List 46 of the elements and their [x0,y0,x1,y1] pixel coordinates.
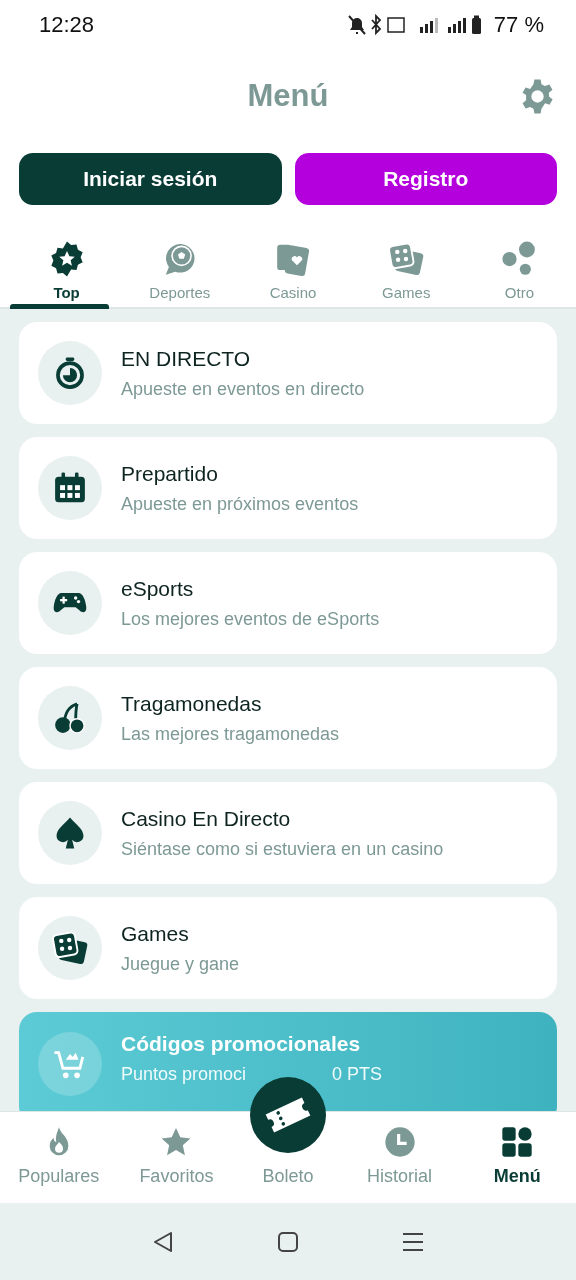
promo-subtitle: Puntos promoci [121,1064,247,1085]
menu-card[interactable]: Prepartido Apueste en próximos eventos [19,437,557,539]
menu-card[interactable]: Tragamonedas Las mejores tragamonedas [19,667,557,769]
register-button[interactable]: Registro [294,153,557,205]
menu-item-title: Prepartido [121,461,219,486]
battery-percent: 77 % [493,12,544,38]
menu-item-subtitle: Siéntase como si estuviera en un casino [121,838,444,860]
menu-card[interactable]: Casino En Directo Siéntase como si estuviera en un casino [19,782,557,884]
nav-tab[interactable]: Historial [340,1112,459,1203]
status-time: 12:28 [39,12,95,38]
menu-item-title: Tragamonedas [121,691,263,716]
calendar-icon [53,471,87,505]
grid-icon [501,1126,534,1158]
menu-card[interactable]: EN DIRECTO Apueste en eventos en directo [19,322,557,424]
menu-item-subtitle: Las mejores tragamonedas [121,723,340,745]
nav-tab[interactable]: Boleto [258,1158,318,1187]
back-icon[interactable] [151,1229,174,1254]
home-icon[interactable] [277,1230,299,1253]
dice-icon [51,929,89,967]
login-button[interactable]: Iniciar sesión [19,153,282,205]
nav-tab[interactable]: Populares [0,1112,118,1203]
menu-icon[interactable] [402,1231,425,1252]
cherries-icon [53,701,87,735]
nav-tab[interactable]: Favoritos [117,1112,236,1203]
category-tab[interactable]: Casino [236,228,350,307]
menu-item-title: EN DIRECTO [121,346,252,371]
category-tab[interactable]: Deportes [123,228,237,307]
category-tab[interactable]: Top [10,228,124,307]
clock-icon [383,1126,416,1158]
menu-item-subtitle: Apueste en eventos en directo [121,378,365,400]
menu-card[interactable]: Games Juegue y gane [19,897,557,999]
menu-item-subtitle: Los mejores eventos de eSports [121,608,380,630]
star-icon [160,1126,193,1158]
category-tab[interactable]: Games [349,228,463,307]
menu-item-subtitle: Juegue y gane [121,953,240,975]
menu-card[interactable]: eSports Los mejores eventos de eSports [19,552,557,654]
category-tab[interactable]: Otro [462,228,576,307]
stopwatch-icon [53,356,87,390]
menu-item-title: Games [121,921,190,946]
menu-item-title: Casino En Directo [121,806,292,831]
page-title: Menú [247,78,329,114]
promo-points: 0 PTS [332,1064,383,1085]
menu-item-subtitle: Apueste en próximos eventos [121,493,359,515]
promo-title: Códigos promocionales [121,1032,362,1056]
menu-item-title: eSports [121,576,195,601]
nav-tab[interactable]: Menú [458,1112,576,1203]
